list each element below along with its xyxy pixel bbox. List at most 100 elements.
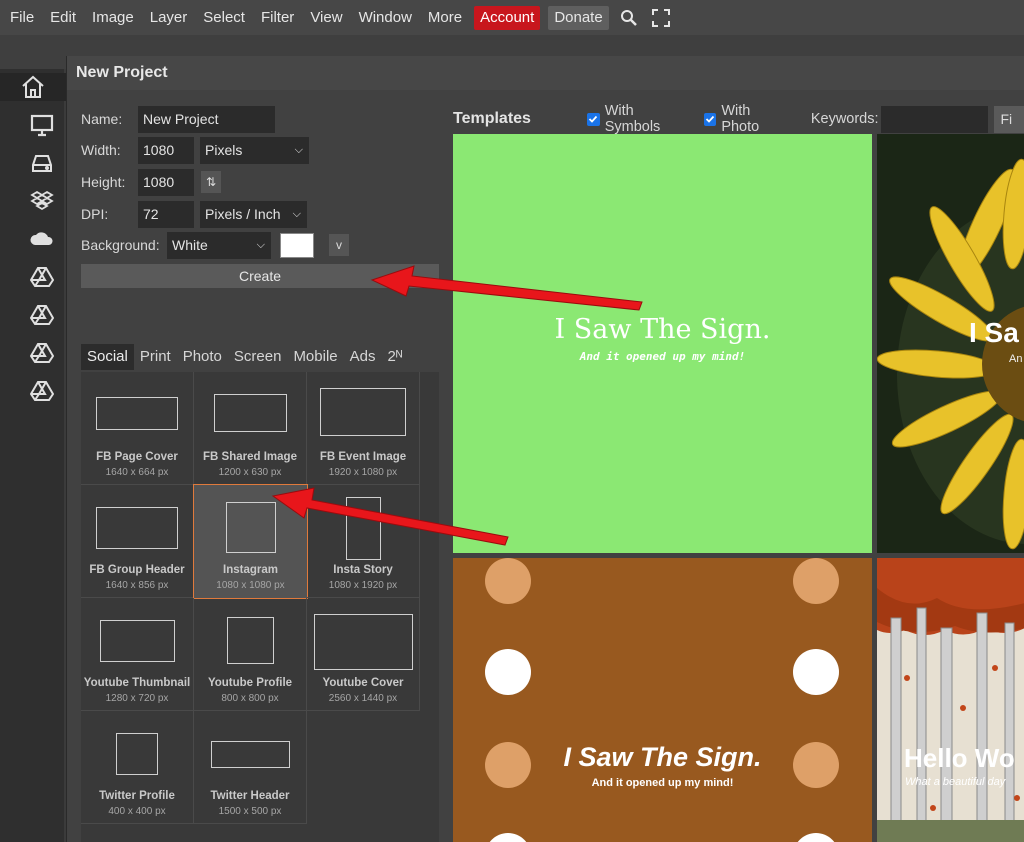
menu-view[interactable]: View	[302, 6, 350, 30]
account-button[interactable]: Account	[474, 5, 541, 30]
search-icon[interactable]	[617, 6, 641, 30]
width-unit-select[interactable]: Pixels ⌵	[200, 136, 309, 164]
monitor-icon[interactable]	[28, 111, 56, 139]
preset-size: 800 x 800 px	[221, 693, 279, 704]
height-input[interactable]: 1080	[138, 168, 194, 196]
tab-photo[interactable]: Photo	[177, 344, 228, 370]
polka-dot-pattern	[485, 558, 839, 842]
preset-size: 400 x 400 px	[108, 806, 166, 817]
background-color-swatch[interactable]	[280, 232, 314, 258]
template-headline: I Saw The Sign.	[554, 314, 771, 345]
preset-fb-page-cover[interactable]: FB Page Cover 1640 x 664 px	[81, 372, 194, 485]
template-card[interactable]: Hello Wo What a beautiful day	[877, 558, 1024, 842]
menu-window[interactable]: Window	[351, 6, 420, 30]
home-icon[interactable]	[0, 73, 66, 101]
preset-name: Instagram	[223, 564, 278, 576]
with-photo-checkbox[interactable]: With Photo	[703, 103, 791, 135]
tab-mobile[interactable]: Mobile	[287, 344, 343, 370]
preset-size: 1500 x 500 px	[218, 806, 282, 817]
menu-filter[interactable]: Filter	[253, 6, 302, 30]
width-unit-value: Pixels	[205, 141, 243, 158]
preset-tabs: Social Print Photo Screen Mobile Ads 2ᴺ	[81, 342, 408, 372]
templates-title: Templates	[453, 110, 531, 127]
background-options-button[interactable]: v	[329, 234, 349, 256]
preset-name: FB Event Image	[319, 451, 407, 463]
menu-bar: File Edit Image Layer Select Filter View…	[0, 0, 1024, 35]
preset-frame	[96, 507, 178, 549]
chevron-down-icon: ⌵	[294, 143, 303, 156]
preset-instagram[interactable]: Instagram 1080 x 1080 px	[193, 484, 308, 599]
template-card[interactable]: I Saw The Sign. And it opened up my mind…	[453, 134, 872, 553]
dropbox-icon[interactable]	[28, 187, 56, 215]
preset-name: Youtube Thumbnail	[83, 677, 191, 689]
preset-youtube-profile[interactable]: Youtube Profile 800 x 800 px	[194, 598, 307, 711]
tab-print[interactable]: Print	[134, 344, 177, 370]
keywords-input[interactable]	[880, 105, 989, 133]
preset-name: Insta Story	[333, 564, 393, 576]
template-card[interactable]: I Saw The Sign. And it opened up my mind…	[453, 558, 872, 842]
background-select[interactable]: White ⌵	[167, 231, 271, 259]
preset-frame	[96, 397, 178, 430]
menu-select[interactable]: Select	[195, 6, 253, 30]
menu-edit[interactable]: Edit	[42, 6, 84, 30]
menu-layer[interactable]: Layer	[142, 6, 196, 30]
preset-name: Youtube Profile	[207, 677, 293, 689]
name-label: Name:	[81, 111, 123, 127]
dpi-unit-select[interactable]: Pixels / Inch ⌵	[200, 200, 307, 228]
donate-button[interactable]: Donate	[548, 5, 609, 30]
preset-frame	[116, 733, 158, 775]
preset-fb-shared-image[interactable]: FB Shared Image 1200 x 630 px	[194, 372, 307, 485]
preset-fb-event-image[interactable]: FB Event Image 1920 x 1080 px	[307, 372, 420, 485]
name-input[interactable]: New Project	[138, 105, 275, 133]
preset-size: 1920 x 1080 px	[328, 467, 398, 478]
height-label: Height:	[81, 174, 126, 190]
template-headline: Hello Wo	[904, 743, 1015, 773]
with-symbols-checkbox[interactable]: With Symbols	[586, 103, 692, 135]
preset-youtube-thumbnail[interactable]: Youtube Thumbnail 1280 x 720 px	[81, 598, 194, 711]
find-button[interactable]: Fi	[994, 105, 1024, 133]
dpi-input[interactable]: 72	[138, 200, 194, 228]
preset-name: FB Page Cover	[96, 451, 178, 463]
create-button[interactable]: Create	[81, 264, 439, 288]
google-drive-icon[interactable]	[28, 339, 56, 367]
preset-name: Youtube Cover	[322, 677, 404, 689]
background-value: White	[172, 236, 208, 253]
preset-twitter-header[interactable]: Twitter Header 1500 x 500 px	[194, 711, 307, 824]
checkbox-checked-icon	[586, 112, 600, 126]
dpi-unit-value: Pixels / Inch	[205, 205, 281, 222]
tab-2n[interactable]: 2ᴺ	[381, 344, 408, 370]
google-drive-icon[interactable]	[28, 263, 56, 291]
preset-twitter-profile[interactable]: Twitter Profile 400 x 400 px	[81, 711, 194, 824]
menu-more[interactable]: More	[420, 6, 470, 30]
preset-insta-story[interactable]: Insta Story 1080 x 1920 px	[307, 485, 420, 598]
preset-fb-group-header[interactable]: FB Group Header 1640 x 856 px	[81, 485, 194, 598]
preset-name: FB Group Header	[89, 564, 185, 576]
background-label: Background:	[81, 237, 160, 253]
onedrive-icon[interactable]	[28, 225, 56, 253]
dialog-title: New Project	[67, 56, 1024, 90]
template-subline: And it opened up my mind!	[579, 350, 746, 363]
preset-frame	[214, 394, 287, 432]
preset-frame	[346, 497, 381, 560]
tab-screen[interactable]: Screen	[228, 344, 288, 370]
template-card[interactable]: I Sa An	[877, 134, 1024, 553]
preset-size: 1080 x 1920 px	[328, 580, 398, 591]
google-drive-icon[interactable]	[28, 301, 56, 329]
chevron-down-icon: ⌵	[292, 207, 301, 220]
preset-name: FB Shared Image	[203, 451, 297, 463]
preset-frame	[227, 617, 274, 664]
preset-size: 1640 x 856 px	[105, 580, 169, 591]
menu-file[interactable]: File	[2, 6, 42, 30]
google-drive-icon[interactable]	[28, 377, 56, 405]
preset-frame	[100, 620, 175, 662]
tab-ads[interactable]: Ads	[344, 344, 382, 370]
menu-image[interactable]: Image	[84, 6, 142, 30]
swap-dimensions-icon[interactable]: ⇅	[201, 171, 221, 193]
hard-drive-icon[interactable]	[28, 149, 56, 177]
tab-social[interactable]: Social	[81, 344, 134, 370]
preset-youtube-cover[interactable]: Youtube Cover 2560 x 1440 px	[307, 598, 420, 711]
fullscreen-icon[interactable]	[649, 6, 673, 30]
width-input[interactable]: 1080	[138, 136, 194, 164]
preset-size: 1080 x 1080 px	[216, 580, 285, 591]
preset-grid: FB Page Cover 1640 x 664 px FB Shared Im…	[81, 372, 439, 842]
